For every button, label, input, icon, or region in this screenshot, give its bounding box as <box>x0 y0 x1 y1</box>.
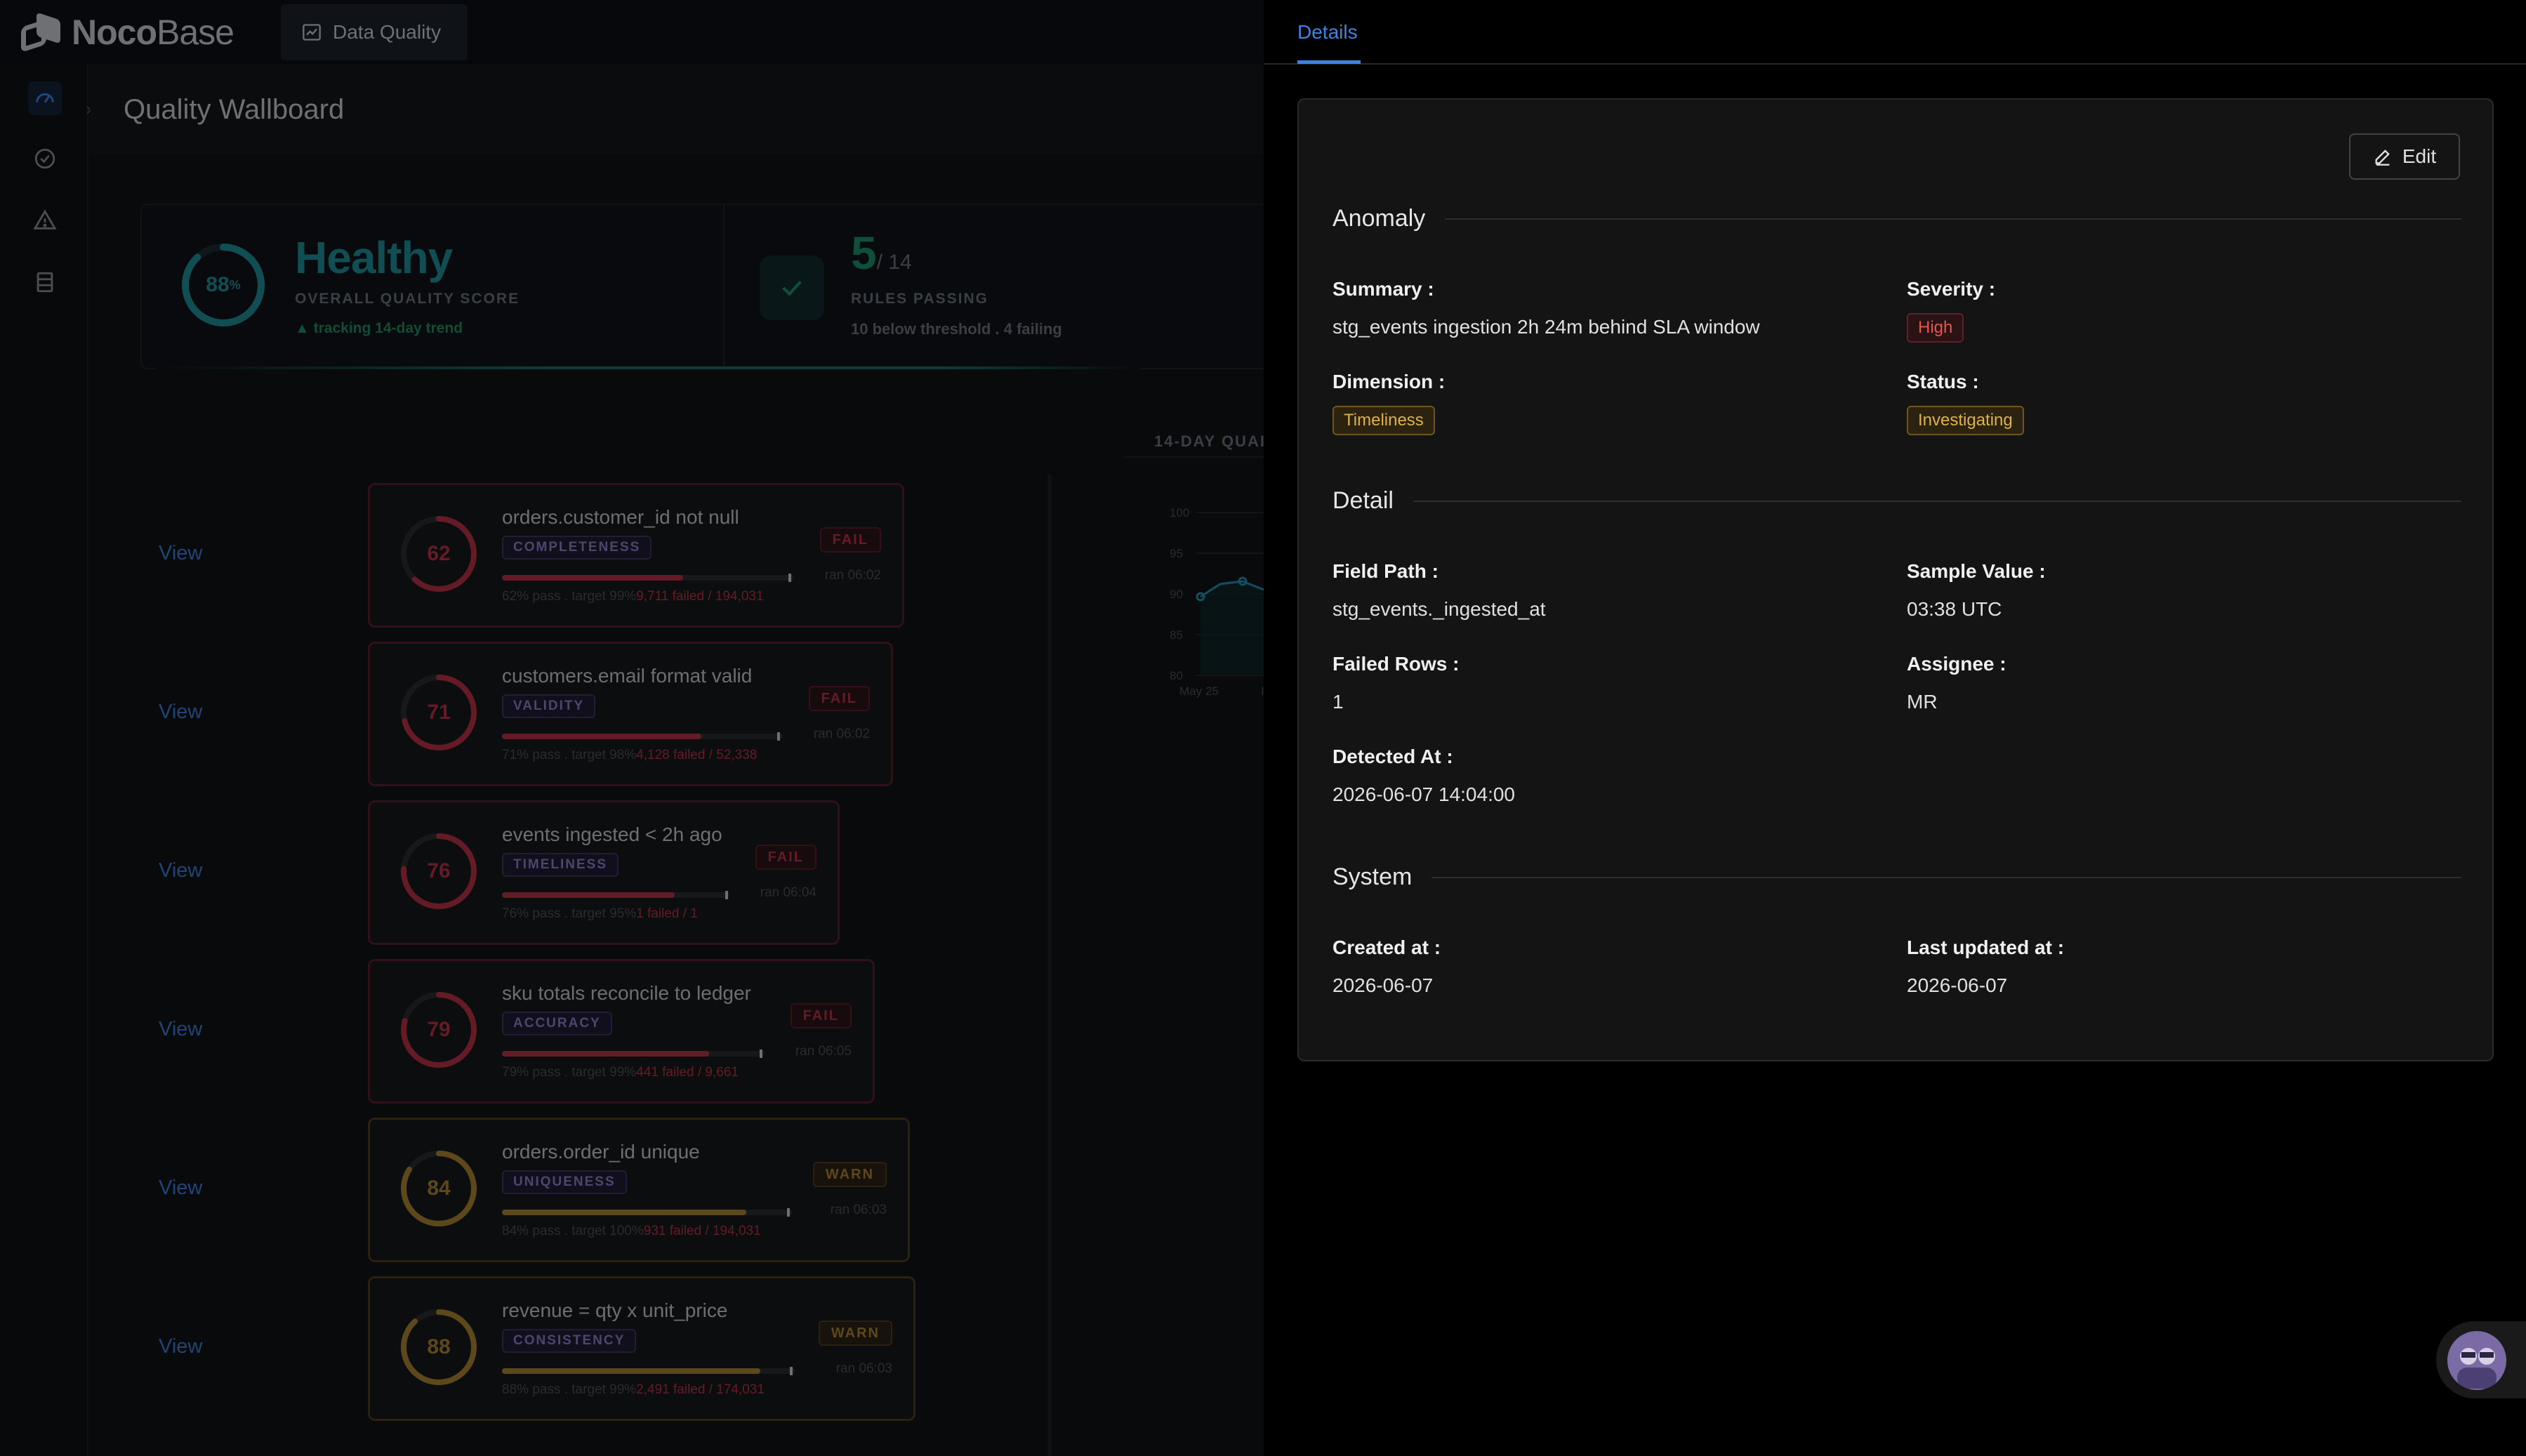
section-detail: Detail <box>1333 487 2461 515</box>
created-at-value: 2026-06-07 <box>1333 974 1434 996</box>
severity-label: Severity : <box>1907 278 1996 300</box>
tab-active-indicator <box>1297 60 1361 64</box>
edit-icon <box>2375 150 2390 166</box>
details-drawer: Details Edit Anomaly Summary : stg_event… <box>1264 0 2526 1456</box>
detected-at-label: Detected At : <box>1333 746 1453 767</box>
assistant-fab[interactable] <box>2436 1321 2526 1398</box>
summary-label: Summary : <box>1333 278 1434 300</box>
status-tag: Investigating <box>1907 406 2024 435</box>
section-anomaly: Anomaly <box>1333 205 2461 232</box>
failed-rows-value: 1 <box>1333 691 1344 713</box>
status-label: Status : <box>1907 371 1979 392</box>
last-updated-label: Last updated at : <box>1907 937 2065 958</box>
detected-at-value: 2026-06-07 14:04:00 <box>1333 783 1515 805</box>
modal-overlay[interactable] <box>0 0 1264 1456</box>
sample-value-value: 03:38 UTC <box>1907 598 2002 620</box>
summary-value: stg_events ingestion 2h 24m behind SLA w… <box>1333 316 1760 338</box>
edit-button-label: Edit <box>2402 145 2437 167</box>
assistant-avatar-icon <box>2447 1331 2506 1390</box>
assignee-label: Assignee : <box>1907 653 2006 675</box>
app-background: NocoBase Data Quality › Quality Wallboar… <box>0 0 1264 1456</box>
dimension-label: Dimension : <box>1333 371 1446 392</box>
created-at-label: Created at : <box>1333 937 1441 958</box>
section-title: Detail <box>1333 487 1394 514</box>
field-path-label: Field Path : <box>1333 560 1439 582</box>
details-panel: Edit Anomaly Summary : stg_events ingest… <box>1297 98 2494 1061</box>
screen: NocoBase Data Quality › Quality Wallboar… <box>0 0 2526 1456</box>
section-title: System <box>1333 863 1413 890</box>
drawer-header: Details <box>1264 0 2526 65</box>
severity-tag: High <box>1907 313 1964 343</box>
failed-rows-label: Failed Rows : <box>1333 653 1460 675</box>
last-updated-value: 2026-06-07 <box>1907 974 2008 996</box>
field-path-value: stg_events._ingested_at <box>1333 598 1546 620</box>
edit-button[interactable]: Edit <box>2349 133 2460 180</box>
sample-value-label: Sample Value : <box>1907 560 2046 582</box>
tab-details[interactable]: Details <box>1297 21 1358 44</box>
section-system: System <box>1333 863 2461 891</box>
assignee-value: MR <box>1907 691 1938 713</box>
section-title: Anomaly <box>1333 205 1426 232</box>
dimension-tag: Timeliness <box>1333 406 1435 435</box>
